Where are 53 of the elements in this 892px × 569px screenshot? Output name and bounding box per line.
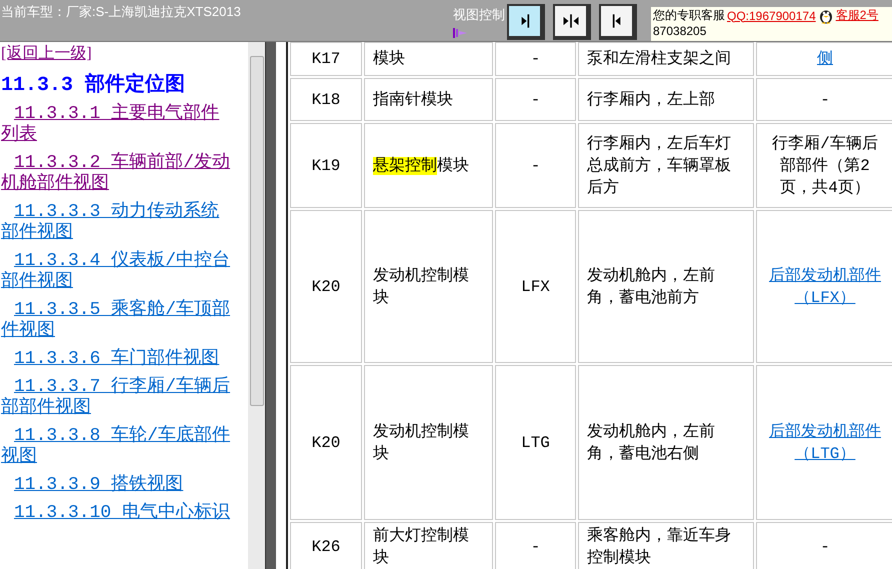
back-link[interactable]: [返回上一级]: [1, 43, 92, 64]
name-cell: 发动机控制模块: [364, 210, 493, 363]
code-cell: K17: [290, 42, 362, 76]
engine-cell: -: [495, 123, 576, 208]
section-link[interactable]: 11.3.3.9 搭铁视图: [1, 475, 234, 496]
engine-cell: LFX: [495, 210, 576, 363]
section-link[interactable]: 11.3.3.1 主要电气部件列表: [1, 104, 234, 146]
code-cell: K18: [290, 78, 362, 121]
view-toggle-button[interactable]: [507, 4, 545, 40]
code-cell: K26: [290, 522, 362, 569]
name-cell: 发动机控制模块: [364, 365, 493, 520]
location-cell: 泵和左滑柱支架之间: [578, 42, 754, 76]
engine-cell: -: [495, 42, 576, 76]
code-cell: K20: [290, 210, 362, 363]
engine-cell: -: [495, 78, 576, 121]
section-link[interactable]: 11.3.3.8 车轮/车底部件视图: [1, 426, 234, 468]
name-cell: 指南针模块: [364, 78, 493, 121]
section-link[interactable]: 11.3.3.10 电气中心标识: [1, 503, 234, 524]
car-model-title: 当前车型：厂家:S-上海凯迪拉克XTS2013: [1, 3, 242, 21]
view-toggle-button[interactable]: [553, 4, 591, 40]
view-cell: 行李厢/车辆后部部件（第2页，共4页）: [772, 134, 878, 196]
code-cell: K19: [290, 123, 362, 208]
engine-cell: -: [495, 522, 576, 569]
location-cell: 发动机舱内，左前角，蓄电池右侧: [578, 365, 754, 520]
section-link[interactable]: 11.3.3.5 乘客舱/车顶部件视图: [1, 300, 234, 342]
location-cell: 行李厢内，左后车灯总成前方，车辆罩板后方: [578, 123, 754, 208]
engine-cell: LTG: [495, 365, 576, 520]
view-cell: -: [820, 538, 830, 556]
view-link[interactable]: 侧: [817, 48, 833, 70]
section-link[interactable]: 11.3.3.2 车辆前部/发动机舱部件视图: [1, 153, 234, 195]
penguin-icon: [818, 8, 834, 24]
section-link[interactable]: 11.3.3.4 仪表板/中控台部件视图: [1, 251, 234, 293]
name-cell: 前大灯控制模块: [364, 522, 493, 569]
view-cell: -: [820, 90, 830, 108]
signal-icon: [453, 27, 469, 39]
service-label: 您的专职客服: [653, 7, 725, 24]
code-cell: K20: [290, 365, 362, 520]
agent-link[interactable]: 客服2号: [836, 7, 878, 24]
view-control-label: 视图控制: [453, 6, 505, 24]
name-cell: 模块: [364, 42, 493, 76]
location-cell: 行李厢内，左上部: [578, 78, 754, 121]
name-cell: 悬架控制模块: [364, 123, 493, 208]
scrollbar-thumb[interactable]: [250, 56, 264, 406]
section-link[interactable]: 11.3.3.3 动力传动系统部件视图: [1, 202, 234, 244]
scrollbar[interactable]: [248, 42, 265, 569]
section-link[interactable]: 11.3.3.7 行李厢/车辆后部部件视图: [1, 377, 234, 419]
section-heading: 11.3.3 部件定位图: [1, 72, 186, 97]
service-number: 87038205: [653, 24, 708, 38]
view-toggle-button[interactable]: [599, 4, 637, 40]
location-cell: 发动机舱内，左前角，蓄电池前方: [578, 210, 754, 363]
section-link[interactable]: 11.3.3.6 车门部件视图: [1, 349, 234, 370]
qq-link[interactable]: QQ:1967900174: [727, 8, 816, 22]
location-cell: 乘客舱内，靠近车身控制模块: [578, 522, 754, 569]
